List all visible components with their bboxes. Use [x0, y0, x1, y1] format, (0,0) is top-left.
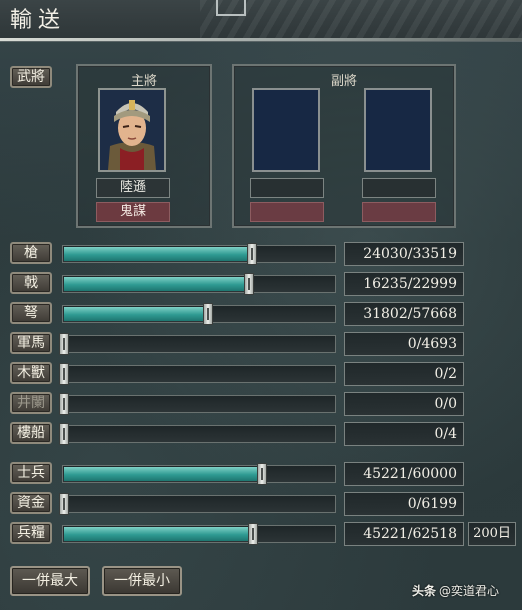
quantity-value: 0/6199	[344, 492, 464, 516]
vice-officer-2-name	[362, 178, 436, 198]
slider-handle[interactable]	[247, 243, 257, 265]
resource-label[interactable]: 樓船	[10, 422, 52, 444]
main-officer-name: 陸遜	[96, 178, 170, 198]
quantity-slider[interactable]	[59, 493, 336, 515]
slider-fill	[64, 277, 249, 291]
slider-handle[interactable]	[59, 333, 69, 355]
slider-handle[interactable]	[248, 523, 258, 545]
resource-label[interactable]: 槍	[10, 242, 52, 264]
title-bar: 輸送	[0, 0, 522, 42]
quantity-slider[interactable]	[62, 303, 336, 325]
title-decoration	[200, 0, 522, 38]
resource-label[interactable]: 井闌	[10, 392, 52, 414]
slider-fill	[64, 467, 262, 481]
vice-officer-1-name	[250, 178, 324, 198]
quantity-value: 31802/57668	[344, 302, 464, 326]
window-title: 輸送	[10, 8, 67, 33]
slider-handle[interactable]	[244, 273, 254, 295]
watermark-handle: @奕道君心	[439, 584, 500, 598]
quantity-slider[interactable]	[62, 243, 336, 265]
officer-portrait-icon	[100, 90, 164, 170]
title-emblem-icon	[216, 0, 246, 16]
quantity-slider[interactable]	[62, 463, 336, 485]
officer-select-button[interactable]: 武將	[10, 66, 52, 88]
vice-officer-1-portrait[interactable]	[252, 88, 320, 172]
slider-handle[interactable]	[59, 493, 69, 515]
quantity-value: 0/4693	[344, 332, 464, 356]
slider-fill	[64, 307, 208, 321]
resource-label[interactable]: 資金	[10, 492, 52, 514]
vice-officer-header: 副將	[330, 74, 357, 89]
slider-handle[interactable]	[59, 363, 69, 385]
vice-officer-panel: 副將	[232, 64, 456, 228]
main-officer-skill: 鬼謀	[96, 202, 170, 222]
title-underline	[0, 38, 522, 41]
quantity-slider[interactable]	[59, 393, 336, 415]
resource-label[interactable]: 弩	[10, 302, 52, 324]
watermark-brand: 头条	[412, 584, 437, 598]
quantity-value: 45221/60000	[344, 462, 464, 486]
resource-label[interactable]: 木獸	[10, 362, 52, 384]
quantity-slider[interactable]	[59, 333, 336, 355]
slider-handle[interactable]	[59, 393, 69, 415]
main-officer-header: 主將	[130, 74, 157, 89]
resource-label[interactable]: 軍馬	[10, 332, 52, 354]
slider-handle[interactable]	[59, 423, 69, 445]
days-display: 200日	[468, 522, 516, 546]
quantity-slider[interactable]	[62, 273, 336, 295]
vice-officer-2-skill	[362, 202, 436, 222]
quantity-value: 0/2	[344, 362, 464, 386]
quantity-slider[interactable]	[62, 523, 336, 545]
quantity-slider[interactable]	[59, 363, 336, 385]
slider-handle[interactable]	[257, 463, 267, 485]
vice-officer-2-portrait[interactable]	[364, 88, 432, 172]
quantity-value: 16235/22999	[344, 272, 464, 296]
main-officer-portrait[interactable]	[98, 88, 166, 172]
all-max-button[interactable]: 一併最大	[10, 566, 90, 596]
main-officer-panel: 主將 陸遜 鬼謀	[76, 64, 212, 228]
slider-fill	[64, 247, 252, 261]
quantity-value: 24030/33519	[344, 242, 464, 266]
all-min-button[interactable]: 一併最小	[102, 566, 182, 596]
quantity-value: 45221/62518	[344, 522, 464, 546]
vice-officer-1-skill	[250, 202, 324, 222]
slider-fill	[64, 527, 253, 541]
resource-label[interactable]: 戟	[10, 272, 52, 294]
slider-handle[interactable]	[203, 303, 213, 325]
quantity-value: 0/4	[344, 422, 464, 446]
resource-label[interactable]: 士兵	[10, 462, 52, 484]
quantity-slider[interactable]	[59, 423, 336, 445]
watermark: 头条 @奕道君心	[412, 582, 499, 599]
quantity-value: 0/0	[344, 392, 464, 416]
resource-label[interactable]: 兵糧	[10, 522, 52, 544]
